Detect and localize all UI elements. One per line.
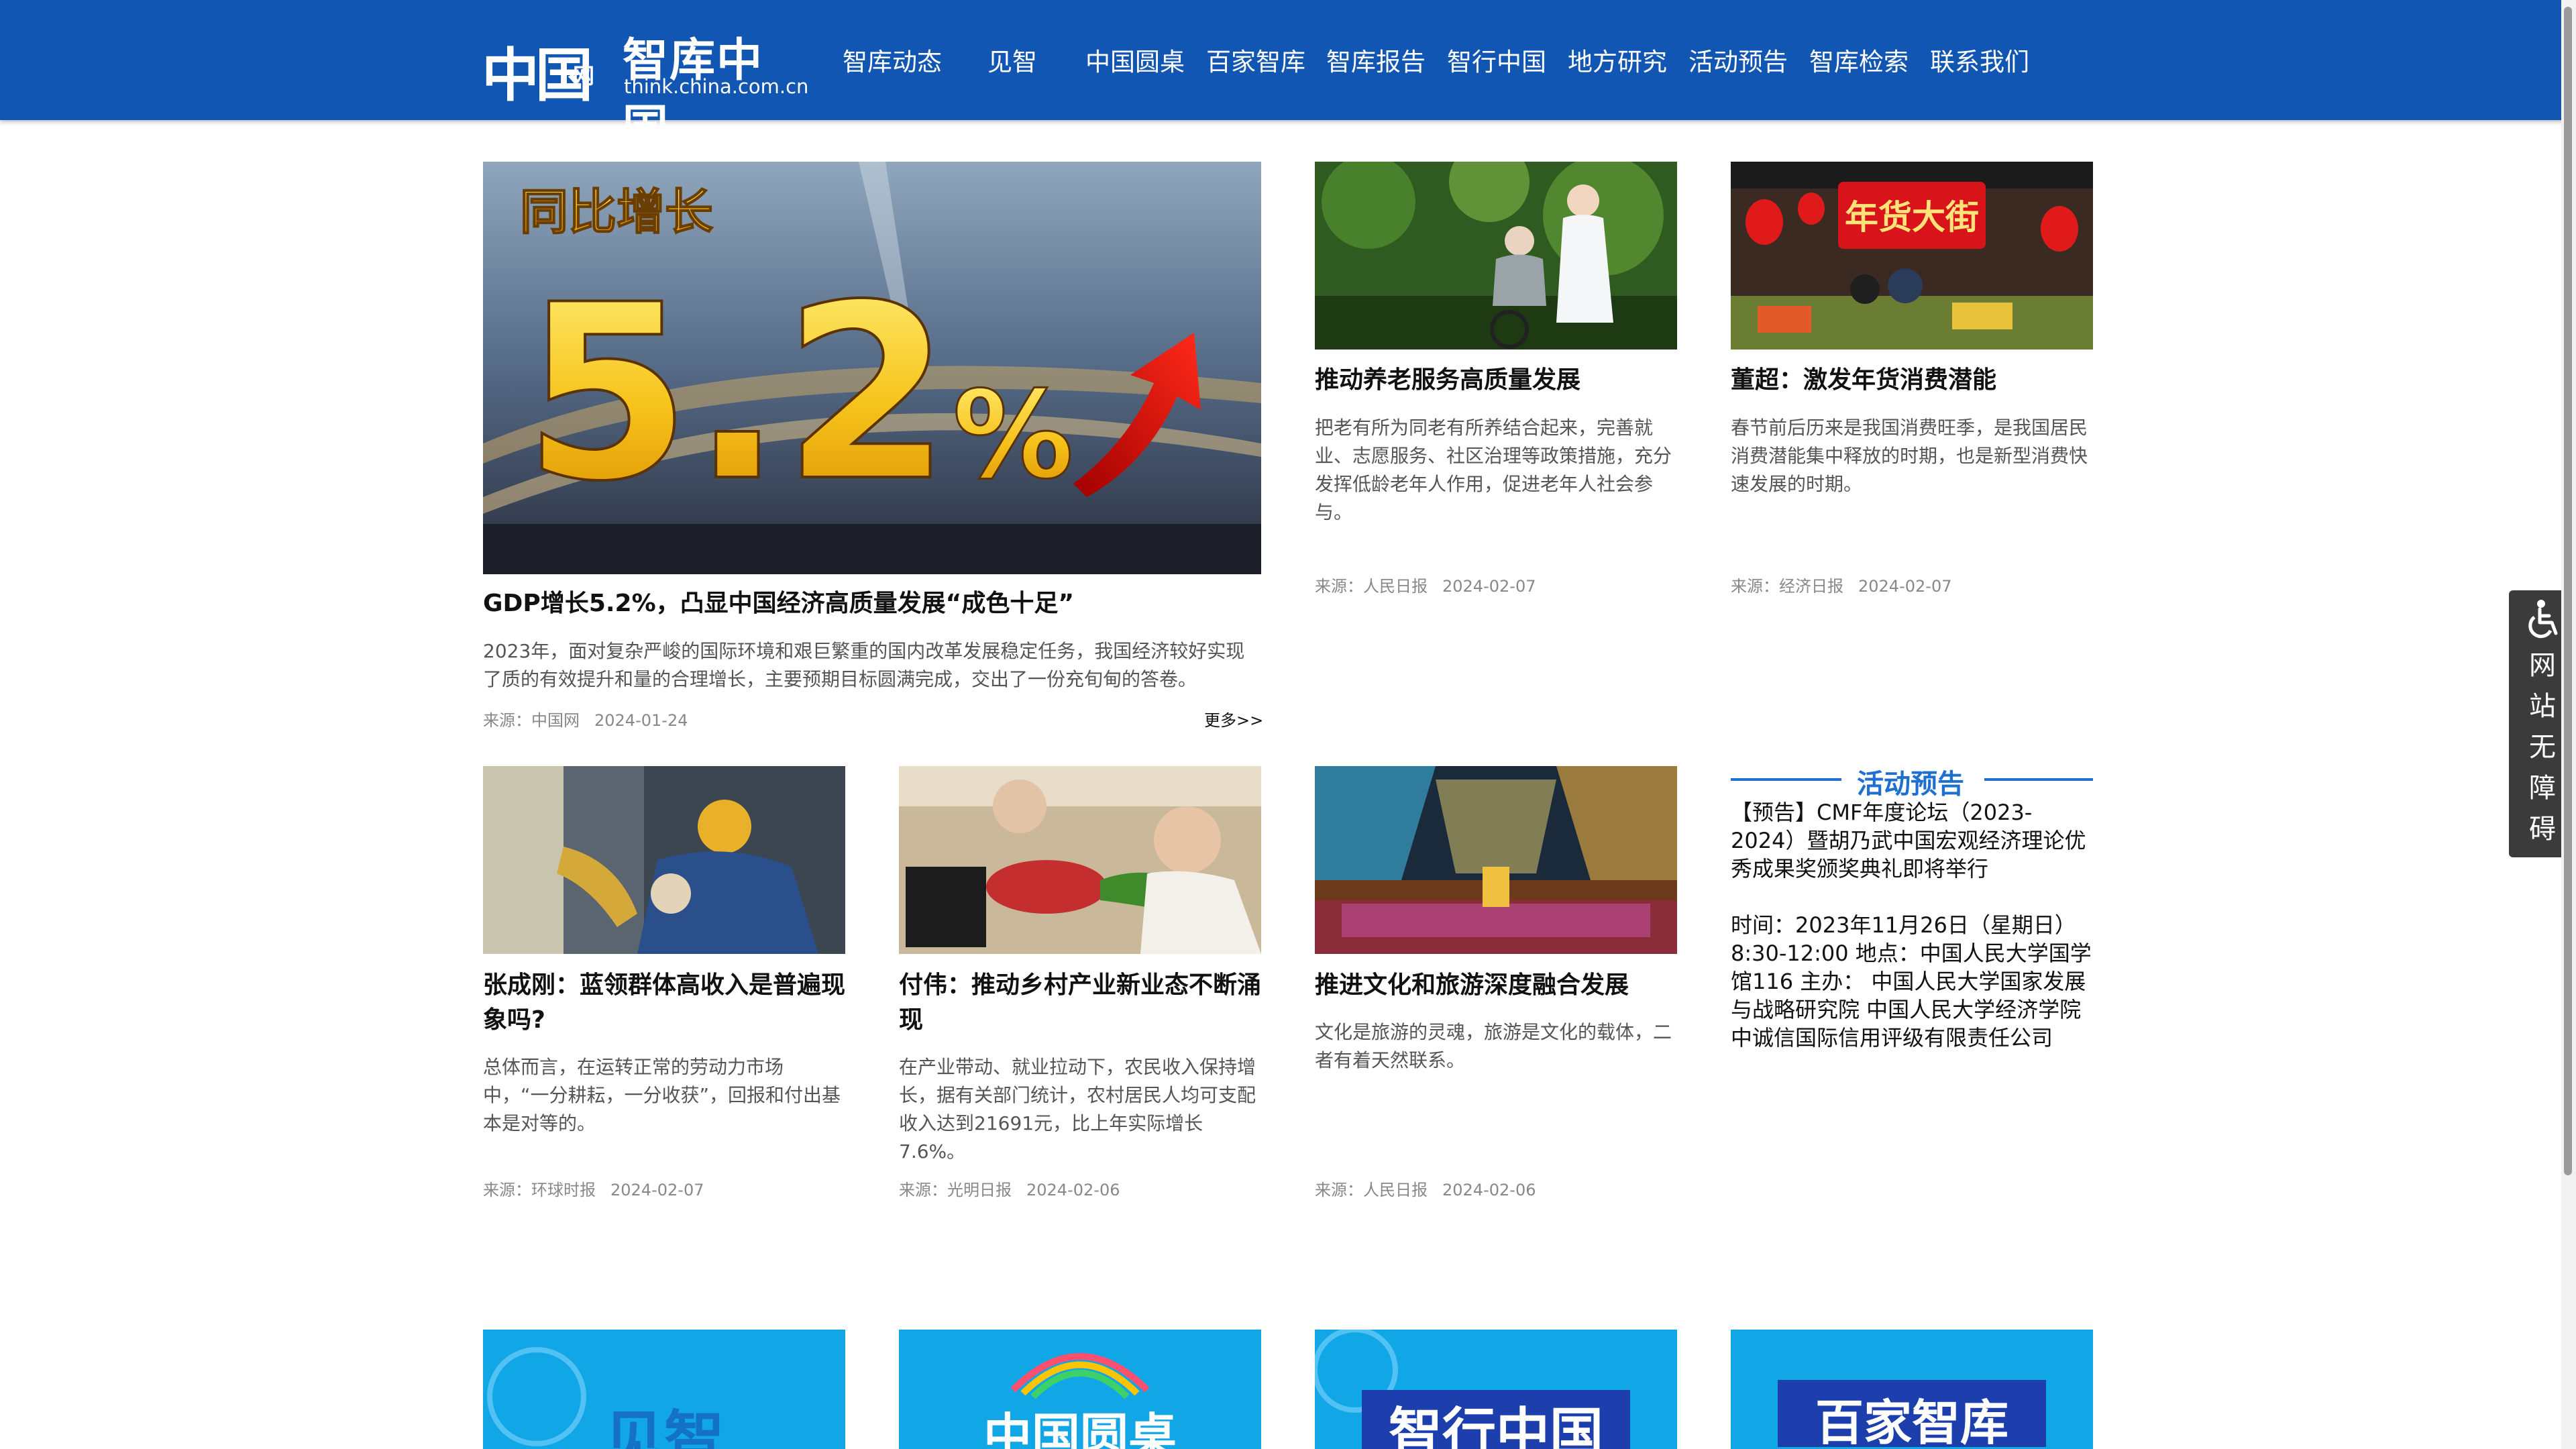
- feature-more-link[interactable]: 更多>>: [1204, 707, 1263, 731]
- rural-industry-image[interactable]: [899, 766, 1261, 954]
- tile-zhixing-china-label: 智行中国: [1389, 1402, 1603, 1449]
- feature-date: 2024-01-24: [594, 711, 688, 730]
- blue-collar-meta: 来源：环球时报 2024-02-07: [483, 1177, 704, 1200]
- scrollbar-thumb[interactable]: [2564, 7, 2572, 1175]
- new-year-goods-meta: 来源：经济日报 2024-02-07: [1731, 573, 1951, 596]
- nav-item-think-tank-news[interactable]: 智库动态: [843, 42, 942, 78]
- culture-tourism-image[interactable]: [1315, 766, 1677, 954]
- nav-item-local-research[interactable]: 地方研究: [1568, 42, 1667, 78]
- new-year-goods-date: 2024-02-07: [1858, 577, 1952, 596]
- rural-industry-desc: 在产业带动、就业拉动下，农民收入保持增长，据有关部门统计，农村居民人均可支配收入…: [899, 1056, 1256, 1163]
- elderly-care-image[interactable]: [1315, 162, 1677, 350]
- blue-collar-date: 2024-02-07: [610, 1181, 704, 1199]
- nav-item-zhixing-china[interactable]: 智行中国: [1447, 42, 1546, 78]
- china-net-logo-sub: 网: [573, 63, 595, 89]
- new-year-goods-sign: 年货大街: [1845, 198, 1979, 237]
- nav-item-search[interactable]: 智库检索: [1809, 42, 1909, 78]
- tile-hundred-think-tanks[interactable]: 百家智库: [1731, 1330, 2093, 1449]
- culture-tourism-desc: 文化是旅游的灵魂，旅游是文化的载体，二者有着天然联系。: [1315, 1021, 1672, 1071]
- feature-title[interactable]: GDP增长5.2%，凸显中国经济高质量发展“成色十足”: [483, 586, 1261, 621]
- activity-heading: 活动预告: [1731, 762, 2093, 800]
- activity-heading-line-left: [1731, 778, 1841, 781]
- elderly-care-source: 来源：人民日报: [1315, 577, 1428, 596]
- rural-industry-source: 来源：光明日报: [899, 1181, 1012, 1199]
- tile-jianzhi[interactable]: 见智: [483, 1330, 845, 1449]
- activity-title[interactable]: 【预告】CMF年度论坛（2023-2024）暨胡乃武中国宏观经济理论优秀成果奖颁…: [1731, 798, 2093, 883]
- blue-collar-source: 来源：环球时报: [483, 1181, 596, 1199]
- activity-body: 【预告】CMF年度论坛（2023-2024）暨胡乃武中国宏观经济理论优秀成果奖颁…: [1731, 798, 2093, 1052]
- elderly-care-desc: 把老有所为同老有所养结合起来，完善就业、志愿服务、社区治理等政策措施，充分发挥低…: [1315, 417, 1672, 523]
- site-header: 中国 网 智库中国 think.china.com.cn 智库动态 见智 中国圆…: [0, 0, 2576, 154]
- blue-collar-desc: 总体而言，在运转正常的劳动力市场中，“一分耕耘，一分收获”，回报和付出基本是对等…: [483, 1056, 841, 1134]
- page-scrollbar[interactable]: [2561, 0, 2576, 1449]
- activity-heading-text: 活动预告: [1857, 769, 1964, 800]
- nav-item-contact[interactable]: 联系我们: [1930, 42, 2029, 78]
- nav-item-reports[interactable]: 智库报告: [1326, 42, 1426, 78]
- site-logo[interactable]: 中国 网 智库中国 think.china.com.cn: [482, 23, 808, 154]
- elderly-care-title[interactable]: 推动养老服务高质量发展: [1315, 363, 1677, 398]
- new-year-goods-source: 来源：经济日报: [1731, 577, 1843, 596]
- rural-industry-date: 2024-02-06: [1026, 1181, 1120, 1199]
- tile-zhixing-china[interactable]: 智行中国: [1315, 1330, 1677, 1449]
- elderly-care-meta: 来源：人民日报 2024-02-07: [1315, 573, 1536, 596]
- activity-details: 时间：2023年11月26日（星期日）8:30-12:00 地点：中国人民大学国…: [1731, 912, 2092, 1051]
- tile-china-roundtable[interactable]: 中国圆桌: [899, 1330, 1261, 1449]
- wheelchair-icon: [2528, 600, 2558, 639]
- elderly-care-date: 2024-02-07: [1442, 577, 1536, 596]
- nav-item-jianzhi[interactable]: 见智: [987, 42, 1037, 78]
- new-year-goods-image[interactable]: 年货大街: [1731, 162, 2093, 350]
- culture-tourism-date: 2024-02-06: [1442, 1181, 1536, 1199]
- feature-desc: 2023年，面对复杂严峻的国际环境和艰巨繁重的国内改革发展稳定任务，我国经济较好…: [483, 640, 1245, 690]
- feature-image-text-big: 5.2: [523, 253, 951, 534]
- tile-jianzhi-label: 见智: [604, 1404, 724, 1449]
- blue-collar-title[interactable]: 张成刚：蓝领群体高收入是普遍现象吗?: [483, 968, 845, 1038]
- nav-item-china-roundtable[interactable]: 中国圆桌: [1085, 42, 1185, 78]
- nav-item-hundred-think-tanks[interactable]: 百家智库: [1206, 42, 1305, 78]
- culture-tourism-source: 来源：人民日报: [1315, 1181, 1428, 1199]
- rural-industry-title[interactable]: 付伟：推动乡村产业新业态不断涌现: [899, 968, 1261, 1038]
- new-year-goods-title[interactable]: 董超：激发年货消费潜能: [1731, 363, 2093, 398]
- feature-image-text-pct: %: [953, 366, 1073, 506]
- new-year-goods-desc: 春节前后历来是我国消费旺季，是我国居民消费潜能集中释放的时期，也是新型消费快速发…: [1731, 417, 2088, 495]
- tile-china-roundtable-label: 中国圆桌: [983, 1408, 1177, 1449]
- culture-tourism-title[interactable]: 推进文化和旅游深度融合发展: [1315, 968, 1677, 1003]
- feature-image-text-top: 同比增长: [520, 184, 713, 240]
- rural-industry-meta: 来源：光明日报 2024-02-06: [899, 1177, 1120, 1200]
- blue-collar-image[interactable]: [483, 766, 845, 954]
- feature-source: 来源：中国网: [483, 711, 580, 730]
- feature-image[interactable]: 同比增长 5.2 %: [483, 162, 1261, 574]
- activity-spacer: [1731, 883, 2093, 911]
- nav-item-event-preview[interactable]: 活动预告: [1688, 42, 1788, 78]
- tile-hundred-think-tanks-label: 百家智库: [1815, 1395, 2008, 1449]
- activity-heading-line-right: [1984, 778, 2093, 781]
- feature-meta: 来源：中国网 2024-01-24: [483, 707, 688, 731]
- site-url: think.china.com.cn: [624, 75, 809, 98]
- culture-tourism-meta: 来源：人民日报 2024-02-06: [1315, 1177, 1536, 1200]
